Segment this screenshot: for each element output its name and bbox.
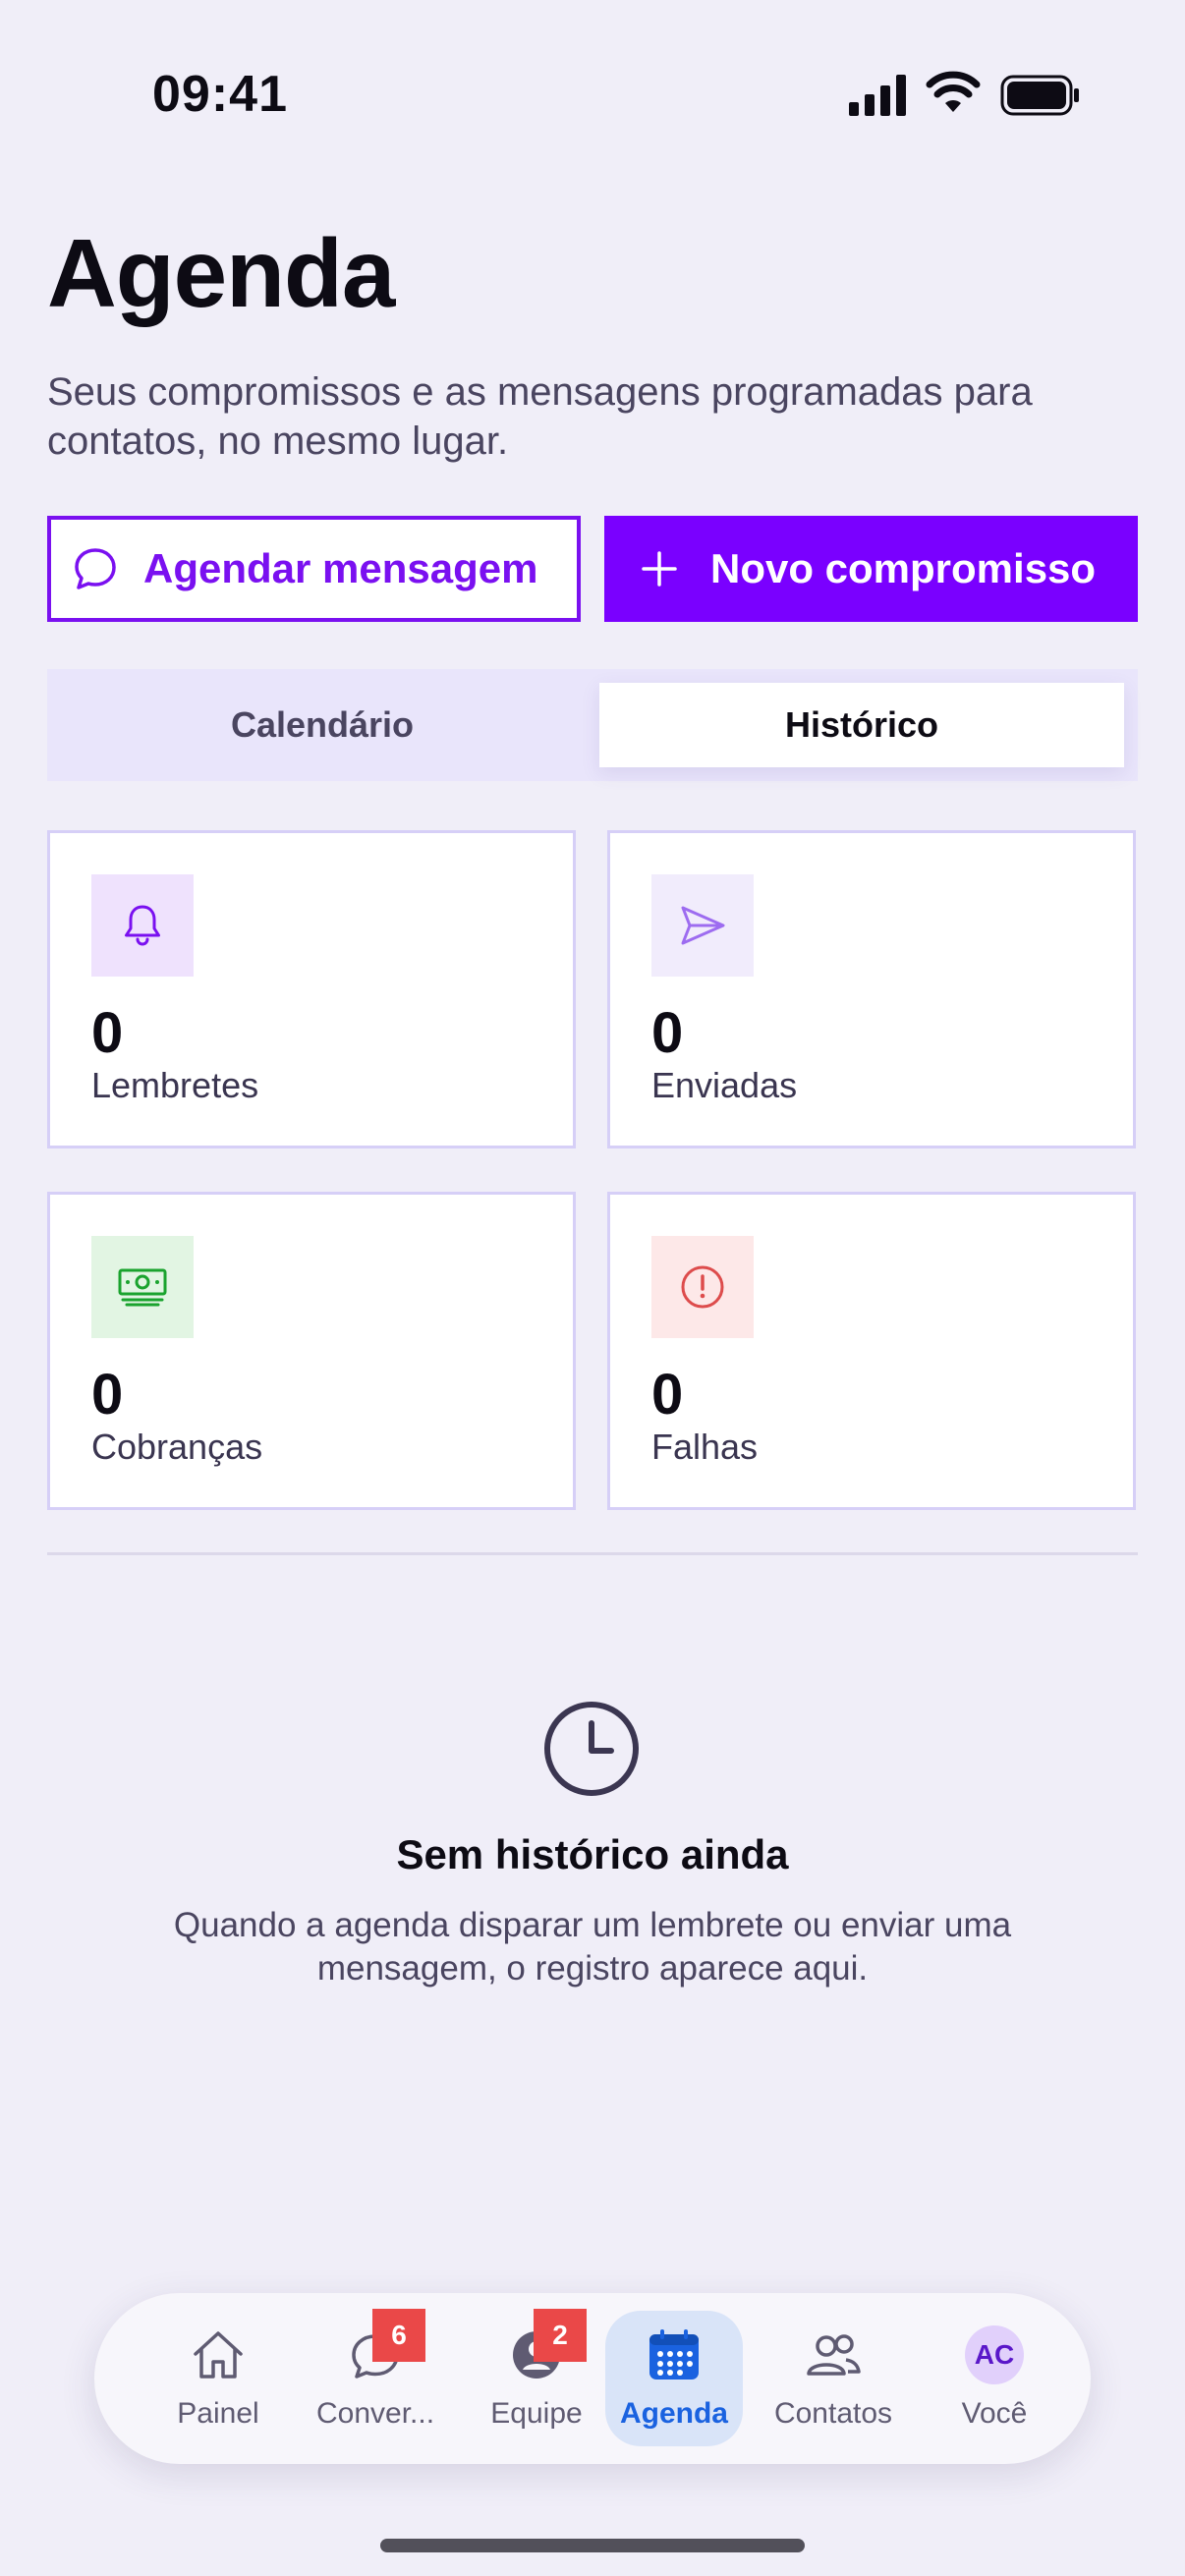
tab-team[interactable]: 2 Equipe bbox=[468, 2309, 605, 2446]
cellular-signal-icon bbox=[849, 75, 906, 116]
chat-icon: 6 bbox=[343, 2309, 425, 2387]
alert-icon bbox=[651, 1236, 754, 1338]
new-appointment-button[interactable]: Novo compromisso bbox=[604, 516, 1138, 622]
stat-card-sent: 0 Enviadas bbox=[607, 830, 1136, 1148]
conversations-badge: 6 bbox=[372, 2309, 425, 2362]
avatar: AC bbox=[965, 2325, 1024, 2384]
failures-label: Falhas bbox=[651, 1427, 759, 1467]
tab-label: Equipe bbox=[490, 2397, 583, 2430]
tab-label: Agenda bbox=[619, 2397, 728, 2430]
chat-bubble-icon bbox=[75, 548, 116, 589]
tab-painel[interactable]: Painel bbox=[149, 2311, 287, 2446]
home-icon bbox=[186, 2323, 251, 2387]
money-icon bbox=[91, 1236, 194, 1338]
home-indicator bbox=[380, 2539, 805, 2552]
new-appointment-label: Novo compromisso bbox=[710, 545, 1097, 591]
schedule-message-button[interactable]: Agendar mensagem bbox=[47, 516, 581, 622]
status-bar: 09:41 bbox=[0, 0, 1185, 187]
calendar-icon bbox=[642, 2323, 706, 2387]
contacts-icon bbox=[801, 2323, 866, 2387]
page-title: Agenda bbox=[47, 219, 395, 327]
team-badge: 2 bbox=[534, 2309, 587, 2362]
status-time: 09:41 bbox=[152, 66, 288, 123]
bell-icon bbox=[91, 874, 194, 977]
tab-agenda[interactable]: Agenda bbox=[605, 2311, 743, 2446]
stat-card-failures: 0 Falhas bbox=[607, 1192, 1136, 1510]
reminders-count: 0 bbox=[91, 1001, 124, 1065]
sent-label: Enviadas bbox=[651, 1065, 798, 1105]
tab-label: Você bbox=[961, 2397, 1028, 2430]
tab-label: Conver... bbox=[315, 2397, 435, 2430]
charges-label: Cobranças bbox=[91, 1427, 263, 1467]
tab-calendar[interactable]: Calendário bbox=[61, 683, 584, 767]
page-subtitle: Seus compromissos e as mensagens program… bbox=[47, 370, 1033, 463]
send-icon bbox=[651, 874, 754, 977]
tab-label: Painel bbox=[177, 2397, 259, 2430]
tab-contacts[interactable]: Contatos bbox=[764, 2311, 902, 2446]
tab-conversations[interactable]: 6 Conver... bbox=[307, 2309, 444, 2446]
stat-card-reminders: 0 Lembretes bbox=[47, 830, 576, 1148]
bottom-tab-bar: Painel 6 Conver... 2 Equipe Agenda Conta… bbox=[94, 2293, 1091, 2464]
charges-count: 0 bbox=[91, 1363, 124, 1427]
view-segmented-control: Calendário Histórico bbox=[47, 669, 1138, 781]
reminders-label: Lembretes bbox=[91, 1065, 259, 1105]
tab-profile[interactable]: AC Você bbox=[926, 2311, 1063, 2446]
team-icon: 2 bbox=[504, 2309, 587, 2387]
wifi-icon bbox=[926, 71, 981, 112]
tab-label: Contatos bbox=[773, 2397, 893, 2430]
schedule-message-label: Agendar mensagem bbox=[143, 545, 538, 591]
tab-history[interactable]: Histórico bbox=[599, 683, 1124, 767]
clock-icon bbox=[544, 1702, 639, 1796]
sent-count: 0 bbox=[651, 1001, 684, 1065]
empty-state-title: Sem histórico ainda bbox=[396, 1831, 789, 1877]
empty-state-text: Quando a agenda disparar um lembrete ou … bbox=[173, 1906, 1012, 1988]
battery-icon bbox=[1000, 75, 1079, 116]
failures-count: 0 bbox=[651, 1363, 684, 1427]
stat-card-charges: 0 Cobranças bbox=[47, 1192, 576, 1510]
divider bbox=[47, 1552, 1138, 1555]
plus-icon bbox=[642, 551, 677, 587]
